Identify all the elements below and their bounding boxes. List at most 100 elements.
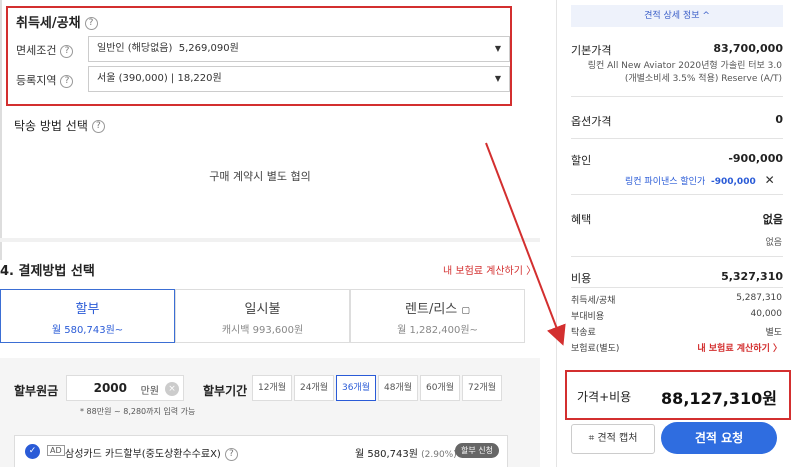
region-select[interactable]: 서울 (390,000) | 18,220원 ▼ — [88, 66, 510, 92]
region-label: 등록지역? — [16, 72, 74, 88]
tax-title: 취득세/공채? — [16, 12, 98, 31]
principal-value: 2000 — [93, 381, 127, 395]
capture-button[interactable]: ⌗ 견적 캡처 — [571, 424, 655, 454]
exemption-label: 면세조건? — [16, 42, 74, 58]
estimate-form: 취득세/공채? 면세조건? 일반인 (해당없음) 5,269,090원 ▼ 등록… — [0, 0, 540, 467]
cost-item-label: 보험료(별도) — [571, 344, 620, 354]
clear-icon[interactable]: × — [165, 382, 179, 396]
cost-item-value: 40,000 — [750, 309, 783, 319]
card-offer-row[interactable]: ✓ AD 삼성카드 카드할부(중도상환수수료X)? 월 580,743원 (2.… — [14, 435, 508, 467]
card-amount: 월 580,743원 (2.90%) — [355, 445, 457, 460]
discount-item-label: 링컨 파이낸스 할인가 — [625, 177, 706, 187]
tax-title-text: 취득세/공채 — [16, 16, 81, 31]
card-apply-button[interactable]: 할부 신청 — [455, 443, 499, 458]
quote-request-button[interactable]: 견적 요청 — [661, 422, 777, 454]
total-label: 가격+비용 — [577, 390, 632, 404]
month-option-36[interactable]: 36개월 — [336, 375, 376, 401]
card-name: 삼성카드 카드할부(중도상환수수료X)? — [65, 445, 238, 461]
crop-icon: ⌗ — [588, 433, 595, 444]
divider — [571, 194, 783, 195]
principal-label: 할부원금 — [14, 384, 59, 398]
tax-section: 취득세/공채? 면세조건? 일반인 (해당없음) 5,269,090원 ▼ 등록… — [6, 6, 512, 106]
principal-input[interactable]: 2000 만원 × — [66, 375, 184, 401]
exemption-select[interactable]: 일반인 (해당없음) 5,269,090원 ▼ — [88, 36, 510, 62]
cost-value: 5,327,310 — [721, 270, 783, 283]
month-option-48[interactable]: 48개월 — [378, 375, 418, 401]
tab-rent-lease[interactable]: 렌트/리스 ▢ 월 1,282,400원~ — [350, 289, 525, 343]
left-divider — [0, 0, 2, 260]
dropdown-arrow-icon: ▼ — [494, 44, 501, 53]
base-description: 링컨 All New Aviator 2020년형 가솔린 터보 3.0 (개별… — [587, 61, 782, 84]
divider — [571, 96, 783, 97]
discount-item: 링컨 파이낸스 할인가 -900,000 ✕ — [625, 173, 775, 187]
card-rate: (2.90%) — [421, 450, 457, 460]
tab-sub: 캐시백 993,600원 — [221, 325, 304, 336]
discount-item-value: -900,000 — [710, 177, 756, 187]
insurance-calc-link[interactable]: 내 보험료 계산하기 〉 — [443, 262, 536, 277]
help-icon[interactable]: ? — [60, 44, 74, 58]
card-name-text: 삼성카드 카드할부(중도상환수수료X) — [65, 449, 221, 460]
month-option-12[interactable]: 12개월 — [252, 375, 292, 401]
check-icon[interactable]: ✓ — [25, 444, 40, 459]
delivery-title-text: 탁송 방법 선택 — [14, 119, 88, 133]
principal-hint: * 88만원 ~ 8,280까지 입력 가능 — [80, 407, 196, 416]
divider — [571, 287, 783, 288]
tab-label: 할부 — [75, 302, 100, 317]
benefit-label: 혜택 — [571, 213, 592, 226]
tab-label: 일시불 — [244, 302, 281, 317]
total-box: 가격+비용 88,127,310원 — [565, 370, 791, 420]
principal-unit: 만원 — [140, 386, 159, 397]
help-icon[interactable]: ? — [91, 120, 105, 133]
discount-value: -900,000 — [728, 152, 783, 165]
benefit-value: 없음 — [762, 213, 783, 226]
region-amount: 18,220원 — [177, 73, 222, 84]
dropdown-arrow-icon: ▼ — [494, 74, 501, 83]
ad-badge: AD — [47, 445, 65, 456]
tab-label-text: 렌트/리스 — [405, 302, 458, 317]
help-icon[interactable]: ? — [224, 447, 238, 461]
card-amount-text: 월 580,743원 — [355, 449, 418, 460]
cost-item-label: 부대비용 — [571, 312, 605, 322]
cost-item-label: 취득세/공채 — [571, 296, 616, 306]
cost-item-value: 5,287,310 — [736, 293, 782, 303]
option-value: 0 — [775, 113, 783, 126]
exemption-value: 일반인 (해당없음) — [97, 43, 173, 54]
option-label: 옵션가격 — [571, 115, 612, 128]
period-options: 12개월 24개월 36개월 48개월 60개월 72개월 — [252, 375, 504, 401]
base-price-value: 83,700,000 — [713, 42, 783, 55]
divider — [571, 138, 783, 139]
tab-sub: 월 1,282,400원~ — [397, 325, 478, 336]
region-label-text: 등록지역 — [16, 74, 57, 87]
delivery-note: 구매 계약시 별도 협의 — [209, 170, 311, 183]
insurance-calc-link[interactable]: 내 보험료 계산하기 〉 — [697, 341, 782, 354]
region-value: 서울 (390,000) — [97, 73, 168, 84]
tab-label: 렌트/리스 ▢ — [351, 298, 524, 317]
month-option-24[interactable]: 24개월 — [294, 375, 334, 401]
total-value: 88,127,310원 — [661, 389, 777, 408]
tab-lump-sum[interactable]: 일시불 캐시백 993,600원 — [175, 289, 350, 343]
period-label: 할부기간 — [203, 384, 248, 398]
tab-sub: 월 580,743원~ — [51, 325, 124, 336]
exemption-label-text: 면세조건 — [16, 44, 57, 57]
base-price-label: 기본가격 — [571, 44, 612, 57]
section-divider — [0, 238, 540, 242]
cost-item-label: 탁송료 — [571, 328, 596, 338]
external-window-icon: ▢ — [461, 306, 470, 316]
exemption-amount: 5,269,090원 — [178, 43, 239, 54]
close-icon[interactable]: ✕ — [765, 173, 775, 187]
delivery-title: 탁송 방법 선택? — [14, 117, 105, 134]
tab-installment[interactable]: 할부 월 580,743원~ — [0, 289, 175, 343]
benefit-sub: 없음 — [765, 238, 782, 248]
cost-item-value: 별도 — [765, 328, 782, 338]
capture-label: 견적 캡처 — [597, 433, 638, 444]
summary-panel: 견적 상세 정보 ^ 기본가격 83,700,000 링컨 All New Av… — [556, 0, 800, 467]
discount-label: 할인 — [571, 154, 592, 167]
detail-toggle-button[interactable]: 견적 상세 정보 ^ — [571, 5, 783, 27]
help-icon[interactable]: ? — [60, 74, 74, 88]
help-icon[interactable]: ? — [84, 17, 98, 30]
month-option-60[interactable]: 60개월 — [420, 375, 460, 401]
payment-title: 4. 결제방법 선택 — [0, 264, 95, 279]
divider — [571, 256, 783, 257]
payment-tabs: 할부 월 580,743원~ 일시불 캐시백 993,600원 렌트/리스 ▢ … — [0, 289, 525, 343]
month-option-72[interactable]: 72개월 — [462, 375, 502, 401]
